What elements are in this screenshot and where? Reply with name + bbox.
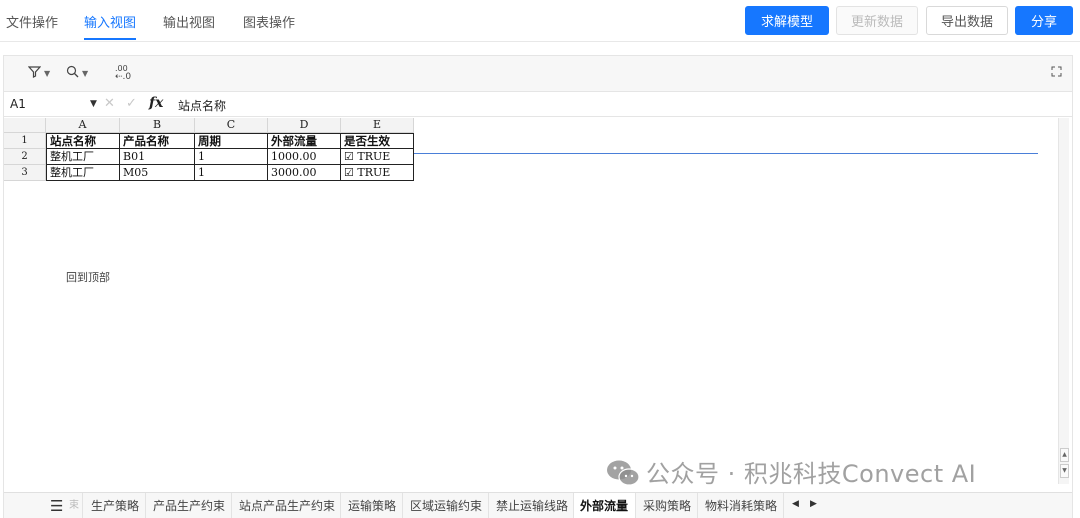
sheet-toolbar: ▼ ▼ .00 ⇠.0 — [4, 56, 1072, 92]
wechat-icon — [607, 460, 640, 486]
search-icon[interactable]: ▼ — [66, 65, 88, 82]
table-header-cell[interactable]: 是否生效 — [341, 133, 414, 149]
sheet-tab[interactable]: 物料消耗策略 — [698, 493, 784, 518]
sheet-tab-active[interactable]: 外部流量 — [574, 493, 636, 518]
sheet-tab[interactable]: 站点产品生产约束 — [232, 493, 341, 518]
formula-input[interactable]: 站点名称 — [178, 97, 226, 114]
table-cell[interactable]: 1000.00 — [268, 149, 341, 165]
column-header-a[interactable]: A — [46, 118, 120, 133]
checkbox-cell[interactable]: ☑ TRUE — [341, 149, 414, 165]
vertical-scrollbar[interactable]: ▲ ▼ — [1058, 118, 1069, 484]
tab-chart-operations[interactable]: 图表操作 — [243, 12, 295, 31]
scroll-up-icon[interactable]: ▲ — [1060, 448, 1069, 462]
confirm-icon[interactable]: ✓ — [126, 96, 137, 111]
table-header-cell[interactable]: 周期 — [195, 133, 268, 149]
sheet-tab-partial[interactable]: 束 — [67, 493, 83, 518]
table-cell[interactable]: M05 — [120, 165, 195, 181]
cell-grid[interactable]: A B C D E 1 2 3 站点名称 产品名称 周期 外部流量 是否生效 整… — [4, 118, 1060, 478]
share-button[interactable]: 分享 — [1015, 6, 1073, 35]
tab-output-view[interactable]: 输出视图 — [163, 12, 215, 31]
tab-file-operations[interactable]: 文件操作 — [6, 12, 58, 31]
row-header-3[interactable]: 3 — [4, 165, 46, 181]
cancel-icon[interactable]: ✕ — [104, 96, 115, 111]
table-cell[interactable]: 3000.00 — [268, 165, 341, 181]
tab-scroll-right-icon[interactable]: ▶ — [810, 499, 817, 509]
sheet-tab[interactable]: 生产策略 — [84, 493, 146, 518]
sheet-tab[interactable]: 区域运输约束 — [403, 493, 489, 518]
filter-icon[interactable]: ▼ — [27, 65, 50, 82]
table-header-cell[interactable]: 站点名称 — [46, 133, 120, 149]
row-header-2[interactable]: 2 — [4, 149, 46, 165]
sheet-tab[interactable]: 运输策略 — [341, 493, 403, 518]
solve-model-button[interactable]: 求解模型 — [745, 6, 829, 35]
tab-input-view[interactable]: 输入视图 — [84, 12, 136, 31]
column-header-c[interactable]: C — [195, 118, 268, 133]
chevron-down-icon[interactable]: ▼ — [90, 99, 97, 109]
formula-bar: A1 ▼ ✕ ✓ fx 站点名称 — [4, 93, 1072, 117]
table-cell[interactable]: 整机工厂 — [46, 149, 120, 165]
table-cell[interactable]: 整机工厂 — [46, 165, 120, 181]
sheet-tab[interactable]: 采购策略 — [636, 493, 698, 518]
sheet-tab[interactable]: 产品生产约束 — [146, 493, 232, 518]
select-all-corner[interactable] — [4, 118, 46, 133]
sheet-tab[interactable]: 禁止运输线路 — [489, 493, 574, 518]
watermark-text: 公众号 · 积兆科技Convect AI — [646, 460, 977, 488]
function-icon[interactable]: fx — [149, 95, 163, 111]
decimal-arrow: ⇠.0 — [115, 72, 132, 82]
watermark: 公众号 · 积兆科技Convect AI — [606, 454, 976, 489]
menu-icon[interactable]: ☰ — [50, 497, 63, 515]
top-navigation: 文件操作 输入视图 输出视图 图表操作 求解模型 更新数据 导出数据 分享 — [0, 0, 1080, 42]
cell-reference-box[interactable]: A1 — [10, 97, 26, 111]
table-header-cell[interactable]: 外部流量 — [268, 133, 341, 149]
table-cell[interactable]: B01 — [120, 149, 195, 165]
active-tab-indicator — [84, 38, 136, 40]
tab-scroll-left-icon[interactable]: ◀ — [792, 499, 799, 509]
table-cell[interactable]: 1 — [195, 149, 268, 165]
scroll-down-icon[interactable]: ▼ — [1060, 464, 1069, 478]
export-data-button[interactable]: 导出数据 — [926, 6, 1008, 35]
row-header-1[interactable]: 1 — [4, 133, 46, 149]
expand-icon[interactable] — [1051, 66, 1062, 80]
spreadsheet: ▼ ▼ .00 ⇠.0 A1 ▼ ✕ ✓ fx 站点名称 A B C D E 1… — [3, 55, 1073, 518]
update-data-button[interactable]: 更新数据 — [836, 6, 918, 35]
table-cell[interactable]: 1 — [195, 165, 268, 181]
table-header-cell[interactable]: 产品名称 — [120, 133, 195, 149]
column-header-e[interactable]: E — [341, 118, 414, 133]
back-to-top-link[interactable]: 回到顶部 — [66, 269, 110, 285]
column-header-d[interactable]: D — [268, 118, 341, 133]
row-selection-line — [414, 153, 1038, 154]
checkbox-cell[interactable]: ☑ TRUE — [341, 165, 414, 181]
sheet-tab-bar: ☰ 束 生产策略 产品生产约束 站点产品生产约束 运输策略 区域运输约束 禁止运… — [4, 492, 1072, 518]
column-header-b[interactable]: B — [120, 118, 195, 133]
decimal-format-icon[interactable]: .00 ⇠.0 — [115, 65, 132, 82]
